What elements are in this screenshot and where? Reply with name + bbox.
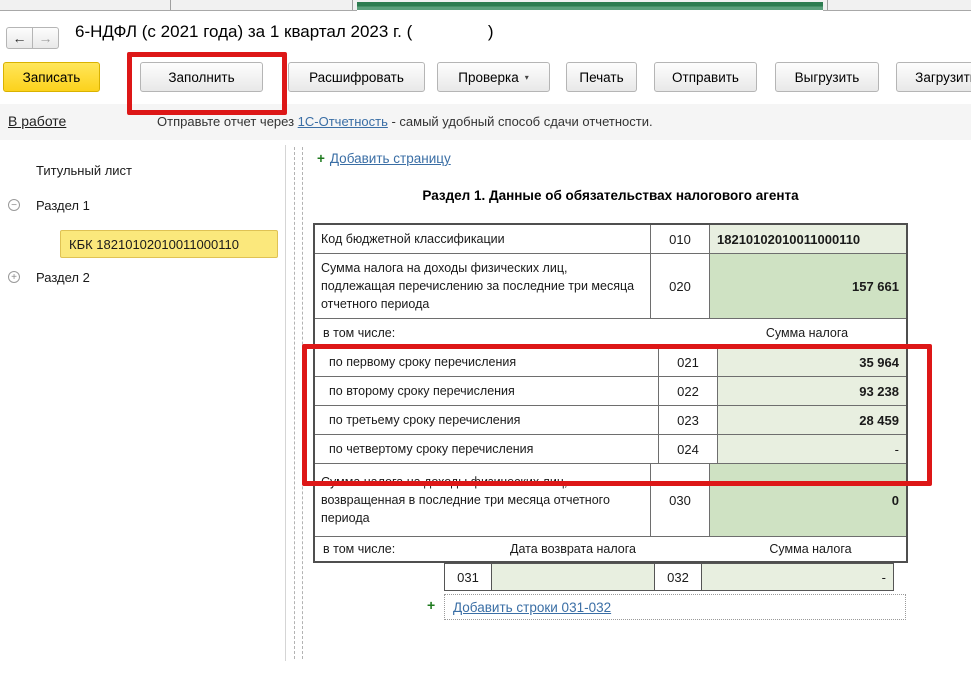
- sidebar-item-label: Раздел 1: [36, 198, 90, 213]
- row-label: по четвертому сроку перечисления: [315, 435, 659, 463]
- export-button[interactable]: Выгрузить: [775, 62, 879, 92]
- row-value-field[interactable]: 18210102010011000110: [710, 225, 906, 253]
- row-label: по первому сроку перечисления: [315, 348, 659, 376]
- tab-divider: [170, 0, 171, 10]
- row-label: по третьему сроку перечисления: [315, 406, 659, 434]
- row-label: Сумма налога на доходы физических лиц, в…: [315, 464, 651, 536]
- table-row-010: Код бюджетной классификации 010 18210102…: [315, 225, 906, 254]
- table-subheader-2: в том числе: Дата возврата налога Сумма …: [315, 537, 906, 561]
- tab-strip[interactable]: [0, 0, 971, 11]
- table-row-020: Сумма налога на доходы физических лиц, п…: [315, 254, 906, 319]
- table-row-022: по второму сроку перечисления 022 93 238: [315, 377, 906, 406]
- check-dropdown-button[interactable]: Проверка ▾: [437, 62, 550, 92]
- row-label: Сумма налога на доходы физических лиц, п…: [315, 254, 651, 318]
- chevron-down-icon: ▾: [525, 73, 529, 82]
- history-nav: ← →: [6, 27, 59, 49]
- save-button[interactable]: Записать: [3, 62, 100, 92]
- report-state-link[interactable]: В работе: [8, 113, 66, 129]
- add-page-link[interactable]: Добавить страницу: [330, 151, 451, 166]
- back-arrow-icon: ←: [13, 30, 27, 46]
- sum-column-header: Сумма налога: [715, 542, 906, 556]
- row-code: 010: [651, 225, 710, 253]
- plus-icon: +: [317, 151, 325, 166]
- subheader-label: в том числе:: [323, 542, 395, 556]
- section1-table: Код бюджетной классификации 010 18210102…: [313, 223, 908, 563]
- status-message-suffix: - самый удобный способ сдачи отчетности.: [388, 114, 653, 129]
- active-tab-mask: [357, 10, 823, 11]
- forward-arrow-icon: →: [39, 30, 53, 46]
- return-sum-field[interactable]: -: [701, 563, 894, 591]
- row-value-field[interactable]: 28 459: [718, 406, 906, 434]
- status-message: Отправьте отчет через 1С-Отчетность - са…: [157, 114, 653, 129]
- check-button-label: Проверка: [458, 70, 518, 85]
- table-row-023: по третьему сроку перечисления 023 28 45…: [315, 406, 906, 435]
- return-date-field[interactable]: [491, 563, 655, 591]
- row-code: 020: [651, 254, 710, 318]
- active-tab-underline: [357, 2, 823, 10]
- row-code: 021: [659, 348, 718, 376]
- row-value-field[interactable]: 93 238: [718, 377, 906, 405]
- back-button[interactable]: ←: [6, 27, 33, 49]
- status-message-prefix: Отправьте отчет через: [157, 114, 298, 129]
- section-heading: Раздел 1. Данные об обязательствах налог…: [313, 188, 908, 203]
- tab-divider: [827, 0, 828, 10]
- plus-icon: +: [427, 597, 435, 613]
- row-code: 032: [654, 563, 702, 591]
- row-code: 023: [659, 406, 718, 434]
- sidebar-item-label: Раздел 2: [36, 270, 90, 285]
- table-subheader-1: в том числе: Сумма налога: [315, 319, 906, 348]
- tab-divider: [352, 0, 353, 10]
- forward-button[interactable]: →: [32, 27, 59, 49]
- subheader-label: в том числе:: [323, 326, 395, 340]
- table-row-021: по первому сроку перечисления 021 35 964: [315, 348, 906, 377]
- sum-column-header: Сумма налога: [710, 326, 904, 340]
- table-row-024: по четвертому сроку перечисления 024 -: [315, 435, 906, 464]
- import-button[interactable]: Загрузить: [896, 62, 971, 92]
- row-value-field[interactable]: 0: [710, 464, 906, 536]
- decrypt-button[interactable]: Расшифровать: [288, 62, 425, 92]
- pane-splitter[interactable]: [294, 147, 295, 659]
- sidebar-item-label: Титульный лист: [36, 163, 132, 178]
- app-window: ← → 6-НДФЛ (с 2021 года) за 1 квартал 20…: [0, 0, 971, 673]
- collapse-icon[interactable]: −: [8, 199, 20, 211]
- send-button[interactable]: Отправить: [654, 62, 757, 92]
- add-rows-box: Добавить строки 031-032: [444, 594, 906, 620]
- row-code: 031: [444, 563, 492, 591]
- sidebar-item-kbk-selected[interactable]: КБК 18210102010011000110: [60, 230, 278, 258]
- return-date-column-header: Дата возврата налога: [491, 542, 655, 556]
- table-row-031-032: 031 032 -: [444, 563, 894, 591]
- row-value-field[interactable]: -: [718, 435, 906, 463]
- 1c-reporting-link[interactable]: 1С-Отчетность: [298, 114, 388, 129]
- row-label: по второму сроку перечисления: [315, 377, 659, 405]
- row-value-field[interactable]: 157 661: [710, 254, 906, 318]
- add-rows-031-032-link[interactable]: Добавить строки 031-032: [453, 600, 611, 615]
- table-row-030: Сумма налога на доходы физических лиц, в…: [315, 464, 906, 537]
- row-value-field[interactable]: 35 964: [718, 348, 906, 376]
- page-title: 6-НДФЛ (с 2021 года) за 1 квартал 2023 г…: [75, 22, 494, 42]
- row-label: Код бюджетной классификации: [315, 225, 651, 253]
- print-button[interactable]: Печать: [566, 62, 637, 92]
- fill-button[interactable]: Заполнить: [140, 62, 263, 92]
- pane-splitter-line: [302, 147, 303, 659]
- add-page-row: + Добавить страницу: [317, 151, 451, 166]
- expand-icon[interactable]: +: [8, 271, 20, 283]
- row-code: 024: [659, 435, 718, 463]
- row-code: 022: [659, 377, 718, 405]
- sections-sidebar: [0, 145, 286, 661]
- row-code: 030: [651, 464, 710, 536]
